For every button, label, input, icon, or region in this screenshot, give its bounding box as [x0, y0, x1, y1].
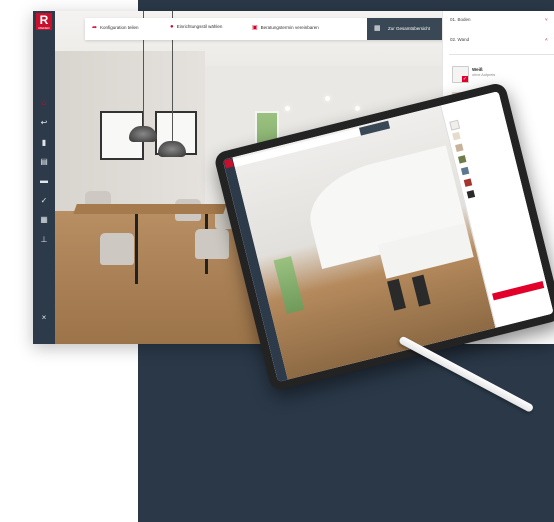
picture-icon[interactable]: ▦ — [39, 215, 49, 224]
share-config-button[interactable]: ➦ Konfiguration teilen — [92, 24, 139, 31]
ceiling-spot — [285, 106, 290, 111]
tablet-stool — [387, 278, 406, 311]
book-appointment-button[interactable]: ▣ Beratungstermin vereinbaren — [252, 24, 319, 31]
swatch-weiss[interactable]: ✓ — [452, 66, 469, 83]
brand-logo[interactable]: R RIEDER — [36, 13, 52, 30]
network-icon[interactable]: ⊥ — [39, 235, 49, 244]
chevron-down-icon[interactable]: ˅ — [545, 17, 548, 22]
ceiling-spot — [355, 106, 360, 111]
style-select-button[interactable]: ● Einrichtungsstil wählen — [170, 24, 222, 30]
sofa-icon[interactable]: ▬ — [39, 176, 49, 185]
home-icon[interactable]: ⌂ — [39, 98, 49, 107]
tablet-window — [273, 256, 305, 314]
dining-chair — [100, 233, 134, 265]
sidebar-rail: R RIEDER ⌂ ↩ ▮ ▤ ▬ ✓ ▦ ⊥ × — [33, 11, 55, 344]
dining-table — [73, 204, 227, 214]
ceiling-spot — [325, 96, 330, 101]
close-icon[interactable]: × — [39, 313, 49, 322]
tablet-swatch — [466, 190, 476, 199]
plant-icon[interactable]: ✓ — [39, 196, 49, 205]
tablet-cta-button — [492, 281, 545, 301]
chevron-up-icon[interactable]: ˄ — [545, 37, 548, 42]
tablet-swatch — [449, 119, 461, 131]
check-icon: ✓ — [462, 76, 468, 82]
arrow-icon[interactable]: ↩ — [39, 118, 49, 127]
calendar-icon: ▣ — [252, 25, 258, 31]
share-icon: ➦ — [92, 25, 98, 31]
divider — [449, 54, 554, 55]
dining-chair — [195, 229, 229, 259]
tablet-swatch — [457, 155, 467, 164]
surface-wall-row[interactable]: 02. Wand — [450, 37, 469, 42]
cabinet-icon[interactable]: ▤ — [39, 157, 49, 166]
pin-icon: ● — [170, 24, 174, 30]
grid-icon: ▦ — [374, 25, 381, 32]
pendant-lamp — [158, 141, 186, 157]
pendant-lamp — [129, 126, 157, 142]
top-toolbar: ➦ Konfiguration teilen ● Einrichtungsstil … — [85, 18, 442, 40]
tablet-swatch — [460, 166, 470, 176]
door-icon[interactable]: ▮ — [39, 138, 49, 147]
overview-button[interactable]: ▦ Zur Gesamtübersicht › — [367, 18, 442, 40]
swatch-note: ohne Aufpreis — [472, 73, 496, 77]
tablet-swatch — [455, 143, 464, 152]
table-leg — [135, 214, 138, 284]
swatch-label: Weiß — [472, 67, 483, 72]
tablet-stool — [411, 274, 431, 307]
tablet-swatch — [452, 131, 461, 141]
surface-floor-row[interactable]: 01. Boden — [450, 17, 471, 22]
tablet-swatch — [463, 178, 473, 187]
